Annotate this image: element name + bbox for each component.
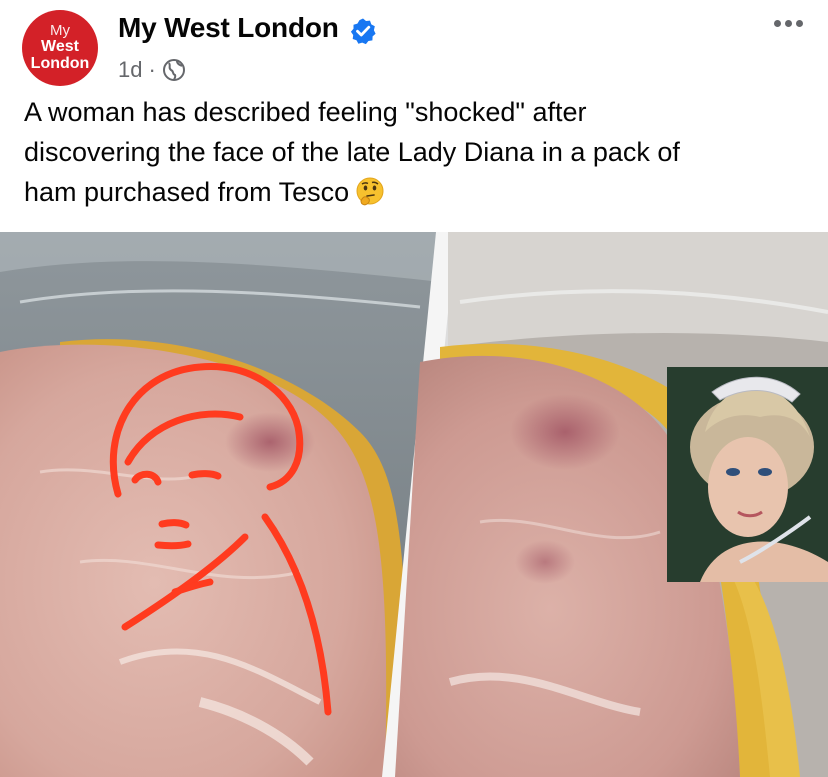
avatar-text-1: My: [50, 22, 70, 40]
more-options-icon[interactable]: [768, 16, 808, 30]
facebook-post: My West London My West London 1d · A wom…: [0, 0, 828, 777]
post-caption: A woman has described feeling "shocked" …: [24, 92, 804, 212]
avatar-text-2: West: [41, 38, 79, 56]
meta-separator: ·: [148, 57, 156, 82]
caption-line-1: A woman has described feeling "shocked" …: [24, 97, 587, 127]
ham-slice-photo-collage: [0, 232, 828, 777]
thinking-face-emoji: [356, 177, 384, 206]
caption-line-3: ham purchased from Tesco: [24, 172, 804, 212]
avatar-text-3: London: [30, 54, 90, 72]
page-avatar[interactable]: My West London: [22, 10, 98, 86]
post-image[interactable]: [0, 232, 828, 777]
caption-line-3-text: ham purchased from Tesco: [24, 177, 350, 207]
post-meta: 1d ·: [118, 56, 186, 84]
caption-line-2: discovering the face of the late Lady Di…: [24, 137, 680, 167]
page-name-link[interactable]: My West London: [118, 12, 339, 44]
inset-portrait: [667, 367, 828, 582]
verified-badge-icon: [350, 18, 376, 45]
globe-icon[interactable]: [162, 58, 186, 82]
timestamp-link[interactable]: 1d: [118, 57, 142, 83]
